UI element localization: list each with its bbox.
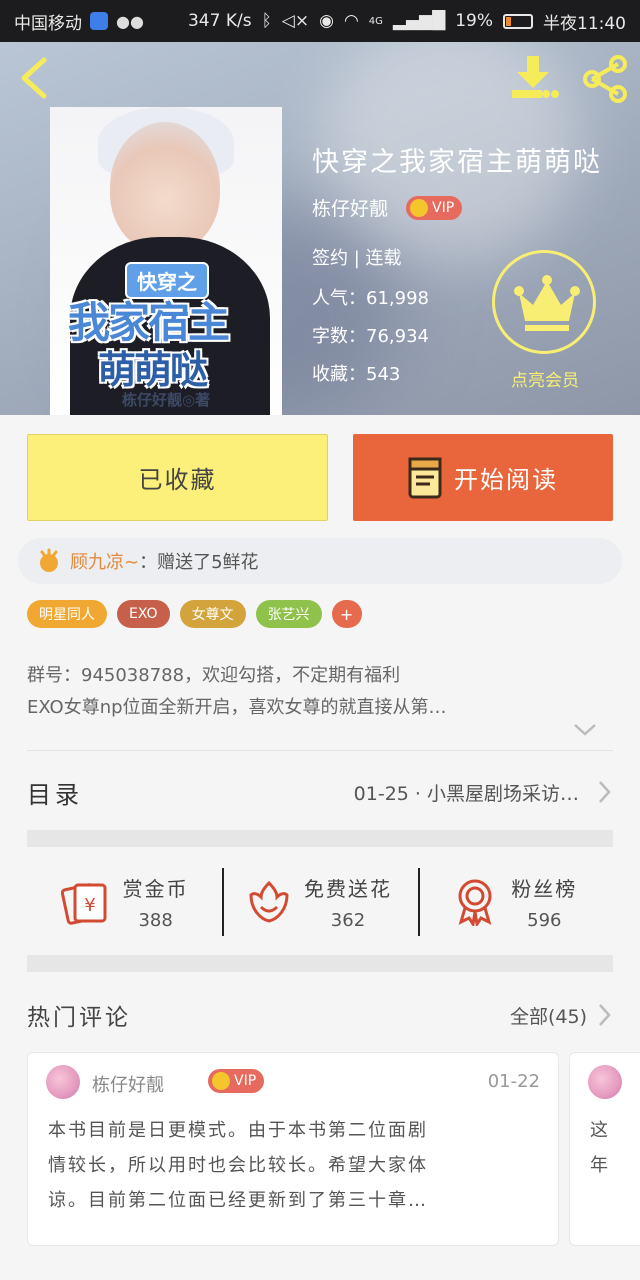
stat-label: 免费送花 <box>303 877 392 901</box>
network-type: 4G <box>368 15 383 27</box>
book-title: 快穿之我家宿主萌萌哒 <box>312 147 602 178</box>
reward-coin-stat[interactable]: ¥ 赏金币 388 <box>27 852 222 952</box>
medal-icon <box>458 879 492 926</box>
author-name[interactable]: 栋仔好靓 <box>312 194 388 221</box>
crown-icon <box>514 275 580 331</box>
avatar[interactable] <box>588 1065 622 1099</box>
crown-icon <box>410 198 429 217</box>
hot-comments-title: 热门评论 <box>27 1005 131 1031</box>
chevron-left-icon <box>21 57 47 99</box>
share-button[interactable] <box>580 54 630 104</box>
comment-body: 本书目前是日更模式。由于本书第二位面剧 情较长，所以用时也会比较长。希望大家体 … <box>48 1120 428 1211</box>
battery-percent: 19% <box>455 11 493 31</box>
stat-value: 388 <box>138 910 173 931</box>
vip-badge: VIP <box>406 195 463 220</box>
chevron-down-icon[interactable] <box>572 722 598 738</box>
download-button[interactable] <box>508 54 560 102</box>
favorited-button[interactable]: 已收藏 <box>27 434 328 521</box>
stats-row: ¥ 赏金币 388 免费送花 362 粉丝榜 596 <box>27 852 613 952</box>
chevron-right-icon <box>599 781 611 803</box>
network-speed: 347 K/s <box>187 11 252 31</box>
book-cover[interactable]: 快穿之 我家宿主 萌萌哒 栋仔好靓◎著 <box>50 107 282 415</box>
share-icon <box>583 55 627 103</box>
shield-icon <box>90 12 108 30</box>
tag-item[interactable]: 明星同人 <box>27 600 107 628</box>
gift-user[interactable]: 顾九凉~ <box>70 548 139 574</box>
status-bar: 中国移动 ●● 347 K/s ᛒ ◁× ◉ ◠ 4G ▂▄▆█ 19% 半夜1… <box>0 0 640 42</box>
eye-icon: ◉ <box>319 11 334 31</box>
avatar[interactable] <box>46 1065 80 1099</box>
stat-value: 362 <box>330 910 366 931</box>
cover-title-line2: 萌萌哒 <box>98 348 208 392</box>
vip-badge: VIP <box>208 1069 265 1093</box>
book-popularity: 人气：61,998 <box>312 288 429 309</box>
wifi-icon: ◠ <box>343 11 359 31</box>
tag-item[interactable]: 女尊文 <box>179 600 246 628</box>
mute-icon: ◁× <box>281 11 310 31</box>
cover-author: 栋仔好靓◎著 <box>121 391 211 409</box>
book-status: 签约 | 连载 <box>312 248 402 269</box>
battery-icon <box>503 13 533 29</box>
book-word-count: 字数：76,934 <box>312 326 429 347</box>
red-envelope-icon: ¥ <box>60 883 107 925</box>
chevron-right-icon[interactable] <box>597 1002 613 1028</box>
comment-date: 01-22 <box>487 1071 540 1092</box>
more-tags-button[interactable]: + <box>331 600 362 628</box>
book-icon <box>408 457 442 498</box>
description-line: EXO女尊np位面全新开启，喜欢女尊的就直接从第… <box>27 697 447 718</box>
stat-label: 赏金币 <box>122 877 189 901</box>
flower-icon <box>249 880 289 923</box>
tag-item[interactable]: EXO <box>117 600 170 628</box>
book-header: 快穿之 我家宿主 萌萌哒 栋仔好靓◎著 快穿之我家宿主萌萌哒 栋仔好靓 VIP … <box>0 42 640 415</box>
signal-icon: ▂▄▆█ <box>392 11 446 31</box>
start-reading-button[interactable]: 开始阅读 <box>353 434 613 521</box>
tag-item[interactable]: 张艺兴 <box>255 600 322 628</box>
svg-text:¥: ¥ <box>84 895 95 916</box>
carrier-label: 中国移动 <box>14 13 82 34</box>
member-button[interactable] <box>492 250 596 354</box>
back-button[interactable] <box>14 56 58 100</box>
author-line: 栋仔好靓 VIP <box>312 194 463 221</box>
hot-comments-header: 热门评论 全部(45) <box>27 990 613 1040</box>
member-label[interactable]: 点亮会员 <box>490 366 600 391</box>
crown-icon <box>212 1072 230 1090</box>
toc-row[interactable]: 目录 01-25 · 小黑屋剧场采访… <box>27 756 613 828</box>
fan-ranking-stat[interactable]: 粉丝榜 596 <box>417 852 613 952</box>
gift-banner[interactable]: 顾九凉~ ：赠送了5鲜花 <box>18 538 622 584</box>
comment-body: 这 年 <box>590 1120 608 1176</box>
download-icon <box>512 56 559 98</box>
book-description: 群号：945038788，欢迎勾搭，不定期有福利 EXO女尊np位面全新开启，喜… <box>27 660 607 724</box>
description-line: 群号：945038788，欢迎勾搭，不定期有福利 <box>27 665 401 686</box>
stat-label: 粉丝榜 <box>511 877 578 901</box>
comment-user[interactable]: 栋仔好靓 <box>92 1071 164 1097</box>
bluetooth-icon: ᛒ <box>261 11 272 31</box>
comment-card[interactable]: 栋仔好靓 VIP 01-22 本书目前是日更模式。由于本书第二位面剧 情较长，所… <box>27 1052 559 1246</box>
gift-message: ：赠送了5鲜花 <box>139 552 259 573</box>
all-comments-link[interactable]: 全部(45) <box>510 1002 587 1029</box>
stat-value: 596 <box>527 910 562 931</box>
flower-icon <box>40 548 58 572</box>
start-reading-label: 开始阅读 <box>454 466 558 494</box>
divider <box>27 750 613 751</box>
tag-list: 明星同人 EXO 女尊文 张艺兴 + <box>27 600 362 628</box>
latest-chapter: 01-25 · 小黑屋剧场采访… <box>353 782 579 805</box>
section-separator <box>27 830 613 847</box>
wechat-icon: ●● <box>116 11 144 31</box>
free-flower-stat[interactable]: 免费送花 362 <box>222 852 417 952</box>
toc-title: 目录 <box>27 780 83 809</box>
comment-card[interactable]: 这 年 <box>569 1052 640 1246</box>
section-separator <box>27 955 613 972</box>
clock: 半夜11:40 <box>543 13 626 34</box>
book-favorites: 收藏：543 <box>312 364 401 385</box>
